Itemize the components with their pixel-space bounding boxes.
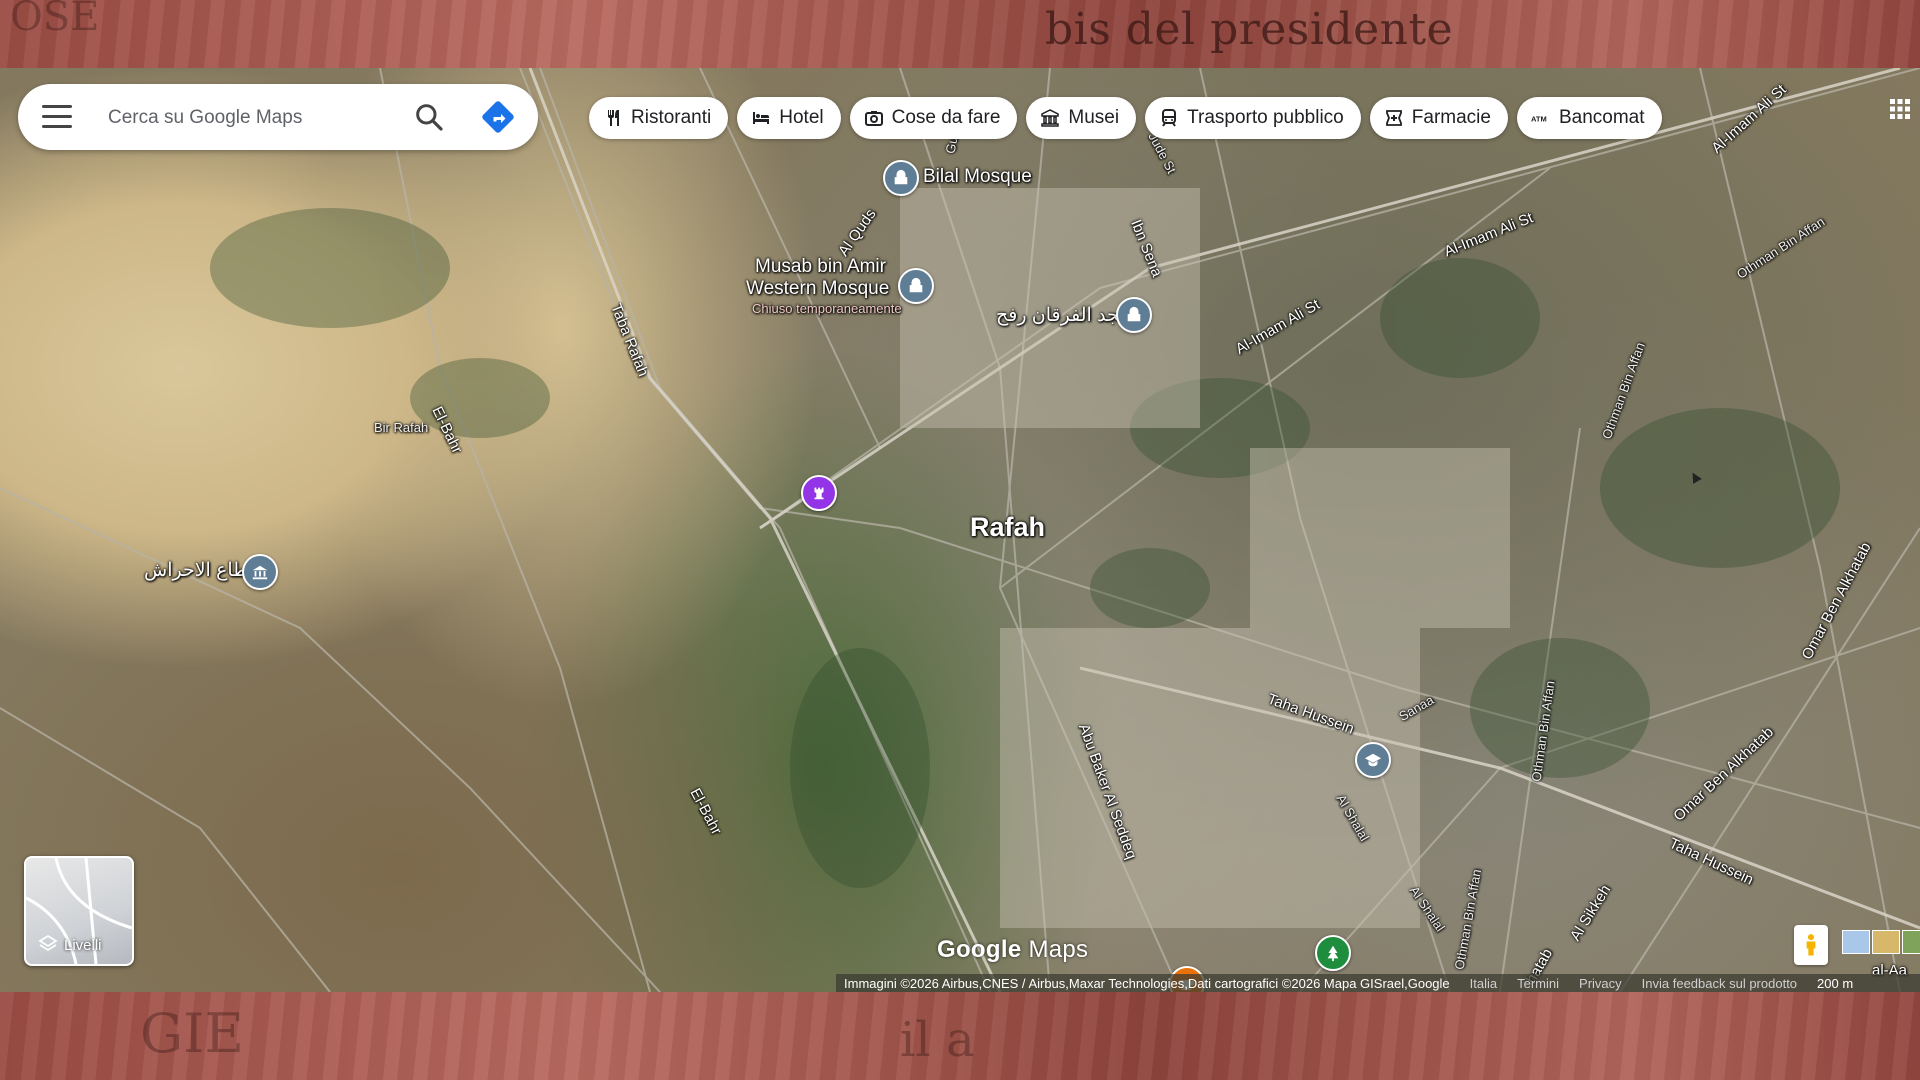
place-label-ahrash[interactable]: قطاع الاحراش xyxy=(144,560,258,582)
search-box xyxy=(18,84,538,150)
apps-grid-icon[interactable] xyxy=(1889,98,1911,120)
thumbnail-imagery[interactable] xyxy=(1842,930,1870,954)
place-status-closed: Chiuso temporaneamente xyxy=(752,301,902,316)
atm-icon: ATM xyxy=(1531,114,1547,123)
scale-label[interactable]: 200 m xyxy=(1817,976,1853,991)
link-country[interactable]: Italia xyxy=(1470,976,1497,991)
chip-museums[interactable]: Musei xyxy=(1026,97,1137,139)
thumbnail-imagery[interactable] xyxy=(1872,930,1900,954)
school-icon[interactable] xyxy=(1355,742,1391,778)
backdrop-bottom: GIE il a xyxy=(0,992,1920,1080)
place-label-bilal-mosque[interactable]: Bilal Mosque xyxy=(923,166,1032,188)
search-input[interactable] xyxy=(106,102,410,134)
attribution-bar: Immagini ©2026 Airbus,CNES / Airbus,Maxa… xyxy=(836,974,1920,992)
map-canvas[interactable]: Bilal Mosque Musab bin Amir Western Mosq… xyxy=(0,68,1920,992)
mosque-icon[interactable] xyxy=(1116,297,1152,333)
layers-label: Livelli xyxy=(64,937,102,954)
chip-pharmacies[interactable]: Farmacie xyxy=(1369,97,1508,139)
restaurant-icon xyxy=(608,110,619,126)
government-icon[interactable] xyxy=(242,554,278,590)
chip-label: Cose da fare xyxy=(891,107,1001,128)
imagery-attribution: Immagini ©2026 Airbus,CNES / Airbus,Maxa… xyxy=(844,975,1450,991)
hotel-icon xyxy=(753,112,770,124)
chip-things-to-do[interactable]: Cose da fare xyxy=(849,97,1018,139)
google-maps-logo: Google Maps xyxy=(937,936,1088,964)
logo-google: Google xyxy=(937,936,1022,963)
chip-label: Bancomat xyxy=(1558,107,1645,128)
backdrop-top: OSE bis del presidente xyxy=(0,0,1920,68)
chip-label: Musei xyxy=(1068,107,1120,128)
chip-label: Hotel xyxy=(779,107,824,128)
chip-restaurants[interactable]: Ristoranti xyxy=(589,97,729,139)
chip-atm[interactable]: ATM Bancomat xyxy=(1516,97,1662,139)
imagery-thumbnails[interactable] xyxy=(1842,930,1920,954)
street-view-pegman-icon[interactable] xyxy=(1794,925,1828,965)
place-label-bir-rafah: Bir Rafah xyxy=(374,420,429,435)
city-label-rafah[interactable]: Rafah xyxy=(970,512,1045,543)
park-icon[interactable] xyxy=(1315,935,1351,971)
layers-icon xyxy=(38,934,58,952)
camera-icon xyxy=(864,111,883,126)
mosque-icon[interactable] xyxy=(898,268,934,304)
newspaper-scrap: OSE xyxy=(10,0,100,40)
link-privacy[interactable]: Privacy xyxy=(1579,976,1622,991)
chip-label: Ristoranti xyxy=(631,107,712,128)
search-icon[interactable] xyxy=(413,101,445,133)
road-network xyxy=(0,68,1920,992)
link-feedback[interactable]: Invia feedback sul prodotto xyxy=(1642,976,1797,991)
transit-icon xyxy=(1162,109,1177,127)
logo-maps: Maps xyxy=(1028,936,1089,963)
svg-text:ATM: ATM xyxy=(1531,114,1547,123)
pharmacy-icon xyxy=(1385,110,1402,126)
menu-icon[interactable] xyxy=(42,105,72,129)
place-label-musab-line1[interactable]: Musab bin Amir xyxy=(755,256,886,278)
newspaper-scrap: il a xyxy=(900,1012,975,1068)
newspaper-scrap: GIE xyxy=(140,1002,244,1065)
chip-transit[interactable]: Trasporto pubblico xyxy=(1145,97,1361,139)
place-label-musab-line2[interactable]: Western Mosque xyxy=(746,278,889,300)
backdrop-headline: bis del presidente xyxy=(1045,4,1454,55)
thumbnail-imagery[interactable] xyxy=(1902,930,1920,954)
mosque-icon[interactable] xyxy=(883,160,919,196)
chip-label: Trasporto pubblico xyxy=(1187,107,1344,128)
chip-label: Farmacie xyxy=(1411,107,1491,128)
chip-hotels[interactable]: Hotel xyxy=(737,97,841,139)
museum-icon xyxy=(1041,109,1060,127)
attraction-icon[interactable] xyxy=(801,475,837,511)
link-terms[interactable]: Termini xyxy=(1517,976,1559,991)
directions-icon[interactable] xyxy=(480,99,516,135)
layers-button[interactable]: Livelli xyxy=(24,856,134,966)
category-chips: Ristoranti Hotel Cose da fare Musei Tras… xyxy=(589,97,1662,139)
